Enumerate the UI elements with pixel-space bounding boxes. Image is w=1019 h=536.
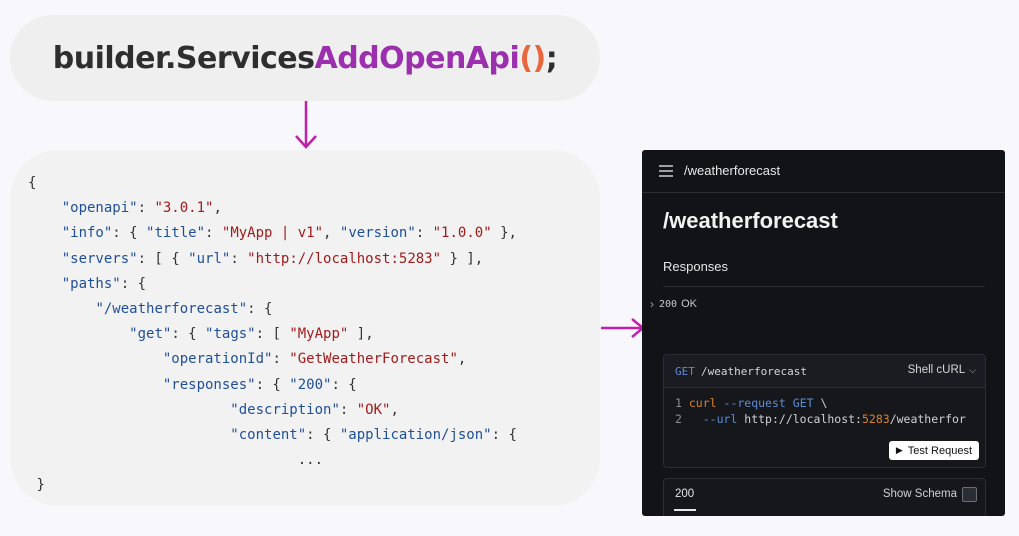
responses-heading: Responses bbox=[663, 259, 729, 274]
right-arrow-icon bbox=[601, 318, 645, 338]
show-schema-label: Show Schema bbox=[882, 488, 957, 500]
chevron-down-icon: ⌵ bbox=[969, 364, 976, 375]
tab-200[interactable]: 200 bbox=[675, 488, 694, 500]
panel-topbar: /weatherforecast bbox=[642, 150, 1005, 193]
menu-icon[interactable] bbox=[659, 165, 673, 177]
code-pill: builder.Services AddOpenApi(); bbox=[10, 15, 600, 101]
divider bbox=[663, 286, 985, 287]
response-code: 200 bbox=[659, 298, 678, 310]
language-select[interactable]: Shell cURL ⌵ bbox=[908, 364, 976, 376]
openapi-json-code: { "openapi": "3.0.1", "info": { "title":… bbox=[28, 175, 517, 494]
language-label: Shell cURL bbox=[907, 364, 966, 376]
page-title: /weatherforecast bbox=[663, 208, 838, 233]
request-code: 1 curl --request GET \ 2 --url http://lo… bbox=[675, 396, 966, 426]
test-request-button[interactable]: ▶ Test Request bbox=[888, 441, 979, 460]
test-request-label: Test Request bbox=[907, 444, 972, 457]
request-path: /weatherforecast bbox=[701, 365, 807, 378]
code-parens: () bbox=[519, 40, 546, 76]
request-example-card: GET /weatherforecast Shell cURL ⌵ 1 curl… bbox=[663, 354, 986, 468]
request-header: GET /weatherforecast Shell cURL ⌵ bbox=[664, 355, 985, 388]
request-method: GET bbox=[675, 365, 695, 378]
play-icon: ▶ bbox=[895, 445, 903, 455]
chevron-right-icon: › bbox=[650, 297, 654, 311]
topbar-title: /weatherforecast bbox=[684, 163, 781, 178]
show-schema-checkbox[interactable] bbox=[962, 487, 977, 502]
code-method: AddOpenApi bbox=[314, 40, 520, 76]
response-row-200[interactable]: › 200 OK bbox=[650, 297, 697, 311]
down-arrow-icon bbox=[295, 101, 317, 149]
code-object: builder.Services bbox=[52, 40, 315, 76]
response-tab-card: 200 Show Schema bbox=[663, 478, 986, 516]
tab-underline bbox=[674, 509, 696, 511]
response-text: OK bbox=[681, 298, 697, 310]
code-semicolon: ; bbox=[545, 40, 558, 76]
api-docs-panel: /weatherforecast /weatherforecast Respon… bbox=[642, 150, 1005, 516]
